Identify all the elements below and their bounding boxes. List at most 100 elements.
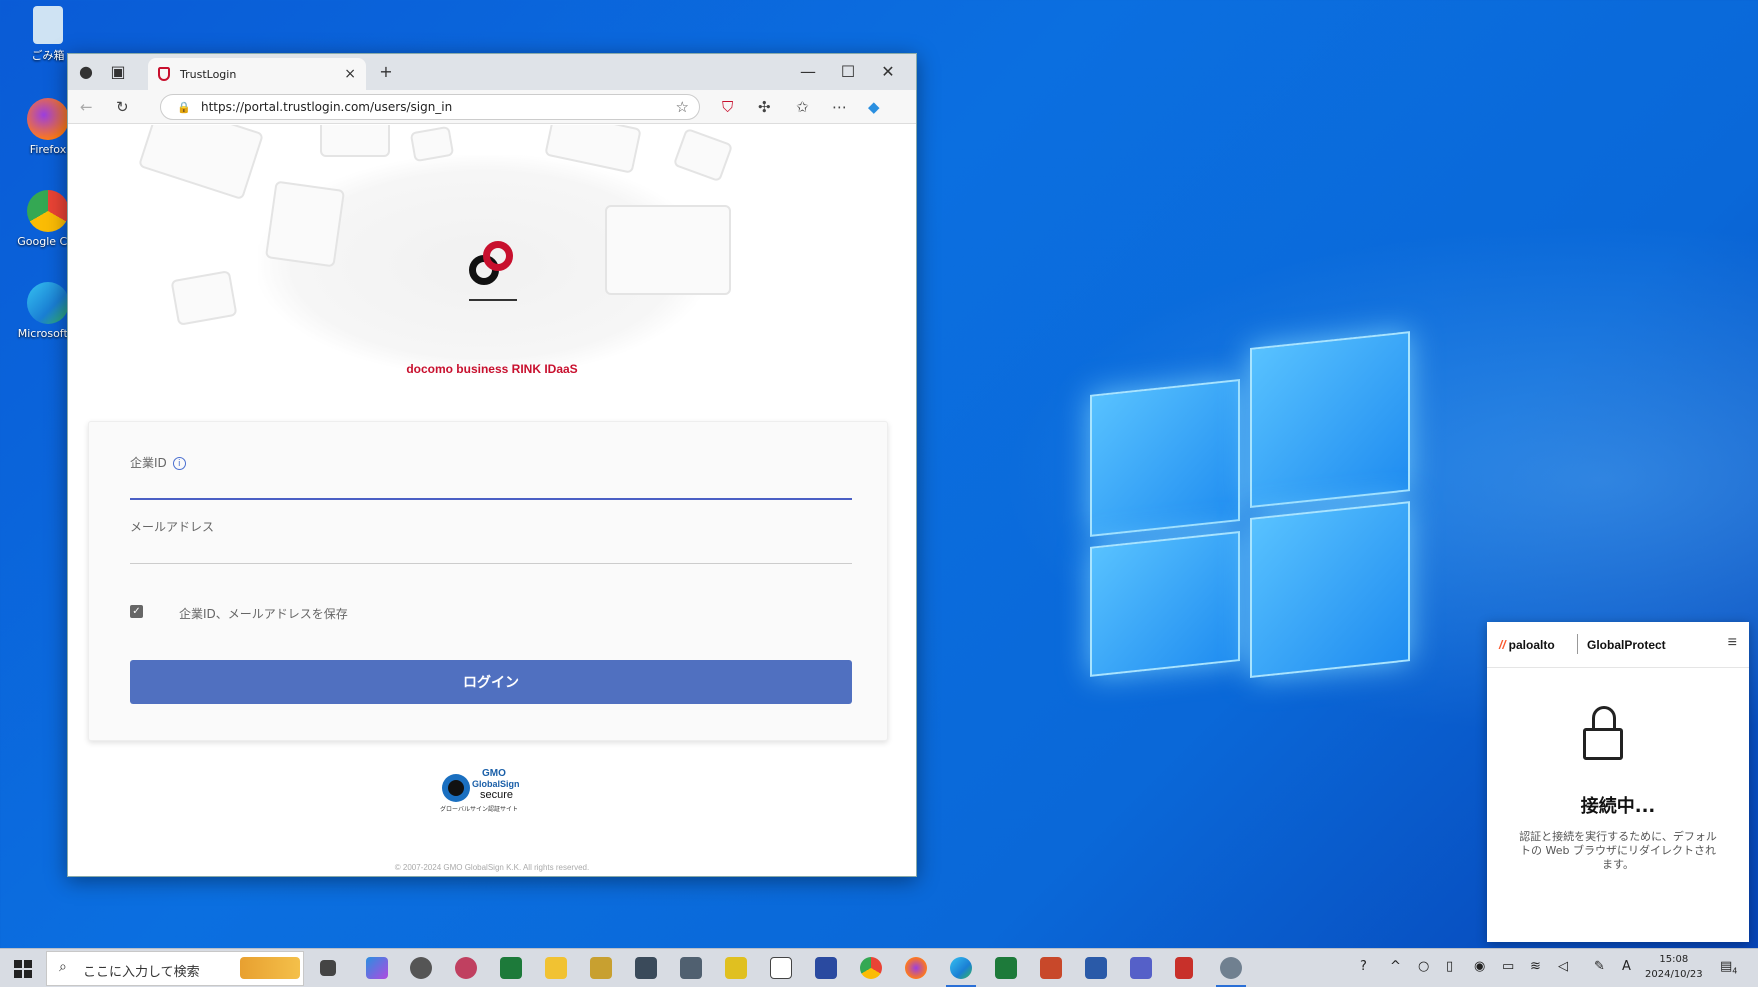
notification-center-icon[interactable]: ▤4 — [1720, 959, 1737, 976]
taskbar: ⌕ ここに入力して検索 ? ^ ○ ▯ ◉ ▭ ≋ ◁ ✎ A 15:08 20… — [0, 948, 1758, 987]
chevron-up-icon[interactable]: ^ — [1390, 959, 1401, 974]
calendar-doodle — [264, 180, 346, 268]
powerpoint-icon[interactable] — [1040, 957, 1062, 979]
login-page: docomo business RINK IDaaS 企業ID i メールアドレス… — [68, 125, 916, 876]
snipping-tool-icon[interactable] — [455, 957, 477, 979]
keyboard-doodle — [320, 125, 390, 157]
profile-icon[interactable]: ● — [76, 62, 96, 81]
wifi-icon[interactable]: ≋ — [1530, 959, 1541, 974]
firefox-icon — [27, 98, 69, 140]
browser-titlebar: ● ▣ TrustLogin × + — ☐ ✕ — [68, 54, 916, 90]
close-window-button[interactable]: ✕ — [878, 62, 898, 81]
email-label: メールアドレス — [130, 520, 215, 534]
app-s-icon[interactable] — [500, 957, 522, 979]
teams-icon[interactable] — [1130, 957, 1152, 979]
search-highlight-icon[interactable] — [240, 957, 300, 979]
trustlogin-extension-icon[interactable]: ⛉ — [722, 98, 733, 116]
copyright-text: © 2007-2024 GMO GlobalSign K.K. All righ… — [394, 863, 590, 872]
maximize-button[interactable]: ☐ — [838, 62, 858, 81]
url-text: https://portal.trustlogin.com/users/sign… — [201, 100, 453, 114]
firefox-taskbar-icon[interactable] — [905, 957, 927, 979]
favorites-icon[interactable]: ✩ — [796, 98, 809, 116]
lock-icon[interactable]: 🔒 — [177, 101, 191, 114]
login-card: 企業ID i メールアドレス ✓ 企業ID、メールアドレスを保存 ログイン — [88, 421, 888, 741]
network-app-icon[interactable] — [680, 957, 702, 979]
more-menu-icon[interactable]: ⋯ — [832, 98, 847, 116]
clock-time: 15:08 — [1659, 954, 1689, 965]
lock-key-icon — [1583, 706, 1625, 762]
trustlogin-favicon-icon — [158, 67, 170, 81]
chart-doodle — [605, 205, 731, 295]
app-yellow-icon[interactable] — [725, 957, 747, 979]
company-id-label-row: 企業ID i — [130, 454, 186, 471]
rink-logo — [461, 237, 531, 307]
settings-icon[interactable] — [410, 957, 432, 979]
task-view-icon[interactable] — [320, 960, 336, 976]
edge-taskbar-icon[interactable] — [950, 957, 972, 979]
back-button[interactable]: ← — [80, 98, 93, 116]
volume-icon[interactable]: ◁ — [1558, 959, 1568, 974]
pen-icon[interactable]: ✎ — [1594, 959, 1605, 974]
tray-device-icon[interactable]: ▯ — [1446, 959, 1453, 974]
remote-desktop-icon[interactable] — [635, 957, 657, 979]
extensions-icon[interactable]: ✣ — [758, 98, 771, 116]
ime-indicator[interactable]: A — [1622, 959, 1631, 974]
copilot-icon[interactable]: ◆ — [868, 98, 880, 116]
save-checkbox[interactable]: ✓ — [130, 605, 143, 618]
globalprotect-header: paloalto GlobalProtect ≡ — [1487, 622, 1749, 668]
chrome-icon — [27, 190, 69, 232]
globalprotect-taskbar-icon[interactable] — [1220, 957, 1242, 979]
app-red-icon[interactable] — [1175, 957, 1193, 979]
new-tab-button[interactable]: + — [376, 62, 396, 81]
search-placeholder: ここに入力して検索 — [83, 965, 200, 980]
powershell-icon[interactable] — [1085, 957, 1107, 979]
address-bar[interactable]: 🔒 https://portal.trustlogin.com/users/si… — [160, 94, 700, 120]
battery-icon[interactable]: ▭ — [1502, 959, 1514, 974]
email-input[interactable] — [130, 538, 852, 564]
document-doodle — [137, 125, 265, 201]
desktop: ごみ箱 Firefox Google Chr Microsoft E ● ▣ T… — [0, 0, 1758, 948]
app-t-icon[interactable] — [590, 957, 612, 979]
tab-trustlogin[interactable]: TrustLogin × — [148, 58, 366, 90]
hero-illustration — [68, 125, 916, 375]
tab-actions-icon[interactable]: ▣ — [108, 62, 128, 81]
globalprotect-panel: paloalto GlobalProtect ≡ 接続中... 認証と接続を実行… — [1487, 622, 1749, 942]
connection-description: 認証と接続を実行するために、デフォルトの Web ブラウザにリダイレクトされます… — [1519, 830, 1717, 871]
clock-date: 2024/10/23 — [1645, 969, 1703, 980]
clock[interactable]: 15:08 2024/10/23 — [1645, 952, 1703, 982]
excel-icon[interactable] — [995, 957, 1017, 979]
hamburger-menu-icon[interactable]: ≡ — [1728, 634, 1737, 652]
chrome-taskbar-icon[interactable] — [860, 957, 882, 979]
file-explorer-icon[interactable] — [545, 957, 567, 979]
tab-close-button[interactable]: × — [344, 66, 356, 82]
browser-window: ● ▣ TrustLogin × + — ☐ ✕ ← ↻ 🔒 https://p… — [67, 53, 917, 877]
search-icon: ⌕ — [59, 959, 67, 975]
app-blue-icon[interactable] — [815, 957, 837, 979]
tab-title: TrustLogin — [180, 67, 237, 81]
globalprotect-title: GlobalProtect — [1587, 638, 1666, 652]
start-button[interactable] — [14, 960, 32, 978]
info-icon[interactable]: i — [172, 457, 186, 470]
company-id-input[interactable] — [130, 474, 852, 500]
copilot-taskbar-icon[interactable] — [366, 957, 388, 979]
login-button[interactable]: ログイン — [130, 660, 852, 704]
globalprotect-tray-icon[interactable]: ◉ — [1474, 959, 1485, 974]
minimize-button[interactable]: — — [798, 62, 818, 81]
folder-doodle — [170, 270, 238, 326]
company-id-label: 企業ID — [130, 456, 167, 470]
recycle-bin-icon — [33, 6, 63, 44]
edge-icon — [27, 282, 69, 324]
help-icon[interactable]: ? — [1360, 959, 1367, 974]
globalsign-eye-icon — [442, 774, 470, 802]
paloalto-logo: paloalto — [1499, 638, 1555, 652]
connection-status: 接続中... — [1580, 796, 1656, 817]
notepad-icon[interactable] — [770, 957, 792, 979]
windows-logo-wallpaper — [1090, 331, 1410, 695]
save-checkbox-label[interactable]: 企業ID、メールアドレスを保存 — [179, 605, 348, 622]
favorite-star-icon[interactable]: ☆ — [676, 98, 689, 116]
address-toolbar: ← ↻ 🔒 https://portal.trustlogin.com/user… — [68, 90, 916, 124]
brand-text: docomo business RINK IDaaS — [406, 362, 578, 376]
reload-button[interactable]: ↻ — [116, 98, 129, 116]
tray-app-icon[interactable]: ○ — [1418, 959, 1429, 974]
globalsign-seal[interactable]: GMO GlobalSign secure グローバルサイン認証サイト — [438, 768, 548, 818]
